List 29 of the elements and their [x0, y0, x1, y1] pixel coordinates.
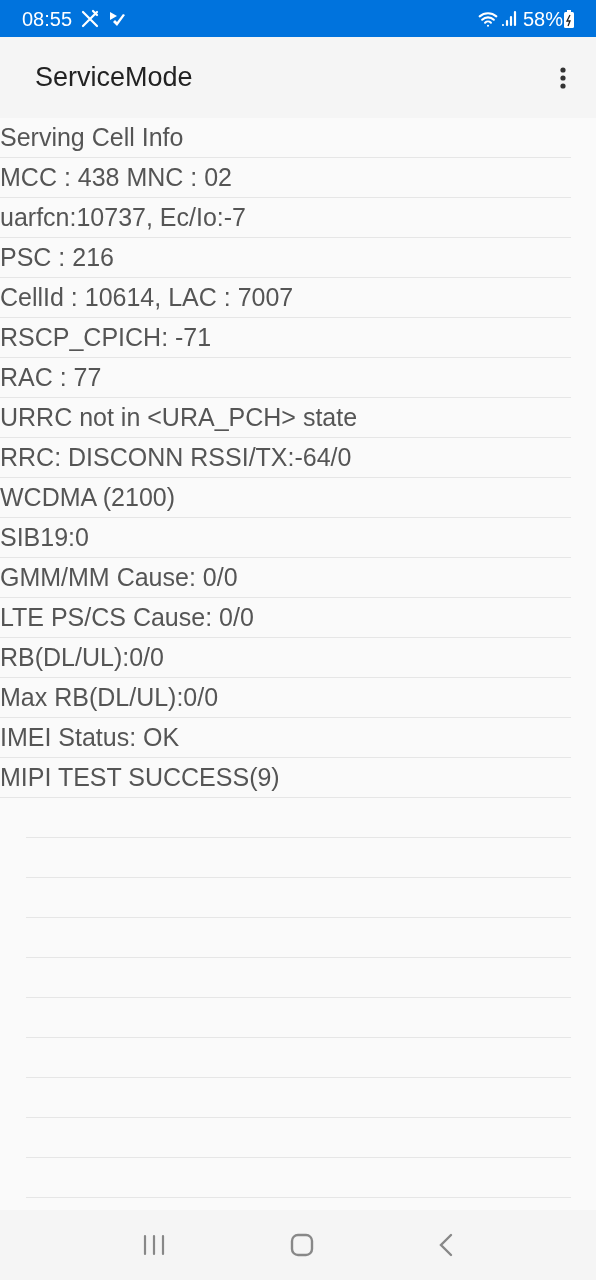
- info-text: WCDMA (2100): [0, 481, 176, 513]
- info-text: uarfcn:10737, Ec/Io:-7: [0, 201, 246, 233]
- charging-battery-icon: [564, 9, 574, 28]
- back-icon[interactable]: [438, 1233, 454, 1257]
- info-text: LTE PS/CS Cause: 0/0: [0, 601, 254, 633]
- info-text: IMEI Status: OK: [0, 721, 180, 753]
- more-options-button[interactable]: [560, 66, 566, 89]
- info-text: CellId : 10614, LAC : 7007: [0, 281, 294, 313]
- clock: 08:55: [22, 6, 73, 32]
- app-title: ServiceMode: [35, 61, 194, 95]
- signal-icon: [500, 10, 517, 27]
- info-text: Max RB(DL/UL):0/0: [0, 681, 219, 713]
- info-text: RSCP_CPICH: -71: [0, 321, 212, 353]
- battery-percent: 58%: [522, 6, 563, 32]
- info-text: GMM/MM Cause: 0/0: [0, 561, 238, 593]
- info-text: URRC not in <URA_PCH> state: [0, 401, 358, 433]
- info-text: RRC: DISCONN RSSI/TX:-64/0: [0, 441, 352, 473]
- info-text: MCC : 438 MNC : 02: [0, 161, 232, 193]
- info-text: MIPI TEST SUCCESS(9): [0, 761, 280, 793]
- recent-apps-icon[interactable]: [142, 1233, 166, 1257]
- check-flag-icon: [108, 9, 127, 28]
- home-icon[interactable]: [290, 1233, 314, 1257]
- info-text: PSC : 216: [0, 241, 114, 273]
- info-text: SIB19:0: [0, 521, 89, 553]
- info-text: Serving Cell Info: [0, 121, 184, 153]
- info-text: RB(DL/UL):0/0: [0, 641, 164, 673]
- crossed-tools-icon: [80, 8, 101, 29]
- info-text: RAC : 77: [0, 361, 102, 393]
- more-vertical-icon: [560, 66, 566, 89]
